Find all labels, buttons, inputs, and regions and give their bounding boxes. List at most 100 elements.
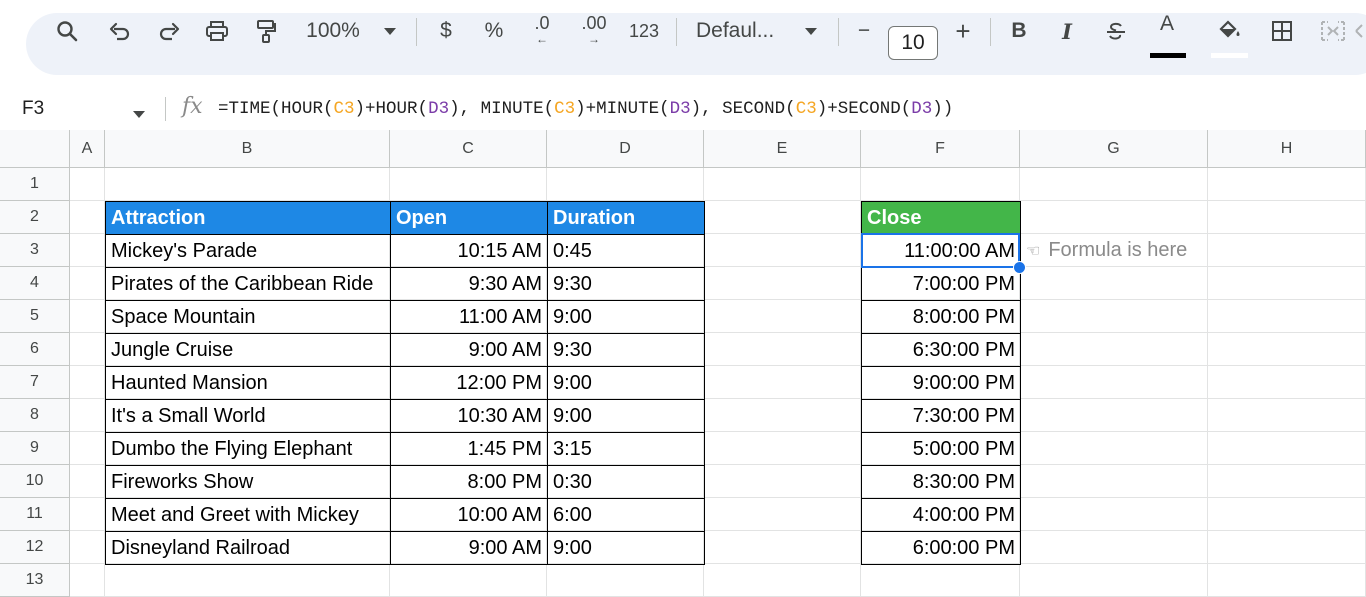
duration-cell[interactable]: 3:15 <box>547 432 705 466</box>
select-all-corner[interactable] <box>0 130 70 168</box>
percent-format-button[interactable]: % <box>480 0 508 62</box>
table-header-cell[interactable]: Attraction <box>105 201 391 235</box>
decrease-decimal-button[interactable]: .0 ← <box>526 0 558 62</box>
row-header-2[interactable]: 2 <box>0 201 70 234</box>
more-formats-button[interactable]: 123 <box>628 0 660 62</box>
row-header-10[interactable]: 10 <box>0 465 70 498</box>
bold-button[interactable]: B <box>1006 0 1032 62</box>
toolbar-area: 100% $ % .0 ← .00 → 123 Defaul... − 10 +… <box>0 0 1366 88</box>
row-header-3[interactable]: 3 <box>0 234 70 267</box>
toolbar-more-icon[interactable] <box>1352 0 1366 62</box>
paint-format-icon[interactable] <box>252 0 280 62</box>
open-time-cell[interactable]: 10:00 AM <box>390 498 548 532</box>
duration-cell[interactable]: 0:30 <box>547 465 705 499</box>
close-time-cell[interactable]: 5:00:00 PM <box>861 432 1021 466</box>
attraction-cell[interactable]: Haunted Mansion <box>105 366 391 400</box>
borders-icon[interactable] <box>1268 0 1296 62</box>
open-time-cell[interactable]: 11:00 AM <box>390 300 548 334</box>
increase-decimal-button[interactable]: .00 → <box>578 0 610 62</box>
zoom-select[interactable]: 100% <box>302 0 364 62</box>
attraction-cell[interactable]: Space Mountain <box>105 300 391 334</box>
open-time-cell[interactable]: 8:00 PM <box>390 465 548 499</box>
font-dropdown-icon[interactable] <box>800 0 822 62</box>
table-header-cell[interactable]: Duration <box>547 201 705 235</box>
italic-button[interactable]: I <box>1054 0 1080 62</box>
close-time-cell[interactable]: 6:00:00 PM <box>861 531 1021 565</box>
row-header-11[interactable]: 11 <box>0 498 70 531</box>
column-header-c[interactable]: C <box>390 130 547 168</box>
attraction-cell[interactable]: Dumbo the Flying Elephant <box>105 432 391 466</box>
close-time-cell[interactable]: 7:00:00 PM <box>861 267 1021 301</box>
duration-cell[interactable]: 6:00 <box>547 498 705 532</box>
text-color-swatch <box>1150 53 1186 58</box>
close-time-cell[interactable]: 8:00:00 PM <box>861 300 1021 334</box>
attraction-cell[interactable]: Disneyland Railroad <box>105 531 391 565</box>
sheet-grid[interactable]: A B C D E F G H 1 2 3 4 5 6 7 8 9 10 11 12 13 Attraction Open D… <box>0 130 1366 597</box>
close-time-cell[interactable]: 8:30:00 PM <box>861 465 1021 499</box>
print-icon[interactable] <box>202 0 232 62</box>
open-time-cell[interactable]: 9:30 AM <box>390 267 548 301</box>
column-header-a[interactable]: A <box>70 130 105 168</box>
open-time-cell[interactable]: 10:15 AM <box>390 234 548 268</box>
open-time-cell[interactable]: 9:00 AM <box>390 333 548 367</box>
close-time-cell[interactable]: 11:00:00 AM <box>861 234 1021 268</box>
row-header-12[interactable]: 12 <box>0 531 70 564</box>
attraction-cell[interactable]: Meet and Greet with Mickey <box>105 498 391 532</box>
row-header-7[interactable]: 7 <box>0 366 70 399</box>
duration-cell[interactable]: 9:00 <box>547 366 705 400</box>
attraction-cell[interactable]: Mickey's Parade <box>105 234 391 268</box>
row-header-9[interactable]: 9 <box>0 432 70 465</box>
row-header-1[interactable]: 1 <box>0 168 70 201</box>
close-time-cell[interactable]: 9:00:00 PM <box>861 366 1021 400</box>
open-time-cell[interactable]: 1:45 PM <box>390 432 548 466</box>
duration-cell[interactable]: 9:30 <box>547 267 705 301</box>
column-header-e[interactable]: E <box>704 130 861 168</box>
number-format-label: 123 <box>628 20 660 41</box>
column-header-h[interactable]: H <box>1208 130 1366 168</box>
bold-label: B <box>1011 19 1027 42</box>
duration-cell[interactable]: 9:00 <box>547 531 705 565</box>
currency-format-button[interactable]: $ <box>432 0 460 62</box>
merge-cells-icon[interactable] <box>1318 0 1348 62</box>
strikethrough-icon[interactable] <box>1102 0 1130 62</box>
attraction-cell[interactable]: Fireworks Show <box>105 465 391 499</box>
duration-cell[interactable]: 9:00 <box>547 399 705 433</box>
column-header-f[interactable]: F <box>861 130 1020 168</box>
formula-text: ), SECOND( <box>690 99 796 119</box>
attraction-cell[interactable]: Jungle Cruise <box>105 333 391 367</box>
font-select[interactable]: Defaul... <box>696 0 788 62</box>
font-size-input[interactable]: 10 <box>888 26 938 60</box>
undo-icon[interactable] <box>106 0 134 62</box>
close-header-cell[interactable]: Close <box>861 201 1021 235</box>
open-time-cell[interactable]: 12:00 PM <box>390 366 548 400</box>
fill-handle[interactable] <box>1013 261 1026 274</box>
duration-cell[interactable]: 9:00 <box>547 300 705 334</box>
formula-input[interactable]: =TIME(HOUR(C3)+HOUR(D3), MINUTE(C3)+MINU… <box>218 88 953 130</box>
row-header-8[interactable]: 8 <box>0 399 70 432</box>
close-time-cell[interactable]: 4:00:00 PM <box>861 498 1021 532</box>
name-box[interactable]: F3 <box>22 88 44 130</box>
increase-font-size-button[interactable]: + <box>950 0 976 62</box>
decrease-font-size-button[interactable]: − <box>852 0 876 62</box>
name-box-dropdown-icon[interactable] <box>133 105 145 123</box>
row-header-6[interactable]: 6 <box>0 333 70 366</box>
column-header-b[interactable]: B <box>105 130 390 168</box>
duration-cell[interactable]: 0:45 <box>547 234 705 268</box>
redo-icon[interactable] <box>155 0 183 62</box>
search-menus-icon[interactable] <box>52 0 82 62</box>
row-header-5[interactable]: 5 <box>0 300 70 333</box>
toolbar-divider <box>838 18 839 46</box>
duration-cell[interactable]: 9:30 <box>547 333 705 367</box>
column-header-g[interactable]: G <box>1020 130 1208 168</box>
table-header-cell[interactable]: Open <box>390 201 548 235</box>
open-time-cell[interactable]: 10:30 AM <box>390 399 548 433</box>
attraction-cell[interactable]: It's a Small World <box>105 399 391 433</box>
open-time-cell[interactable]: 9:00 AM <box>390 531 548 565</box>
zoom-dropdown-icon[interactable] <box>378 0 402 62</box>
row-header-13[interactable]: 13 <box>0 564 70 597</box>
close-time-cell[interactable]: 7:30:00 PM <box>861 399 1021 433</box>
attraction-cell[interactable]: Pirates of the Caribbean Ride <box>105 267 391 301</box>
row-header-4[interactable]: 4 <box>0 267 70 300</box>
close-time-cell[interactable]: 6:30:00 PM <box>861 333 1021 367</box>
column-header-d[interactable]: D <box>547 130 704 168</box>
